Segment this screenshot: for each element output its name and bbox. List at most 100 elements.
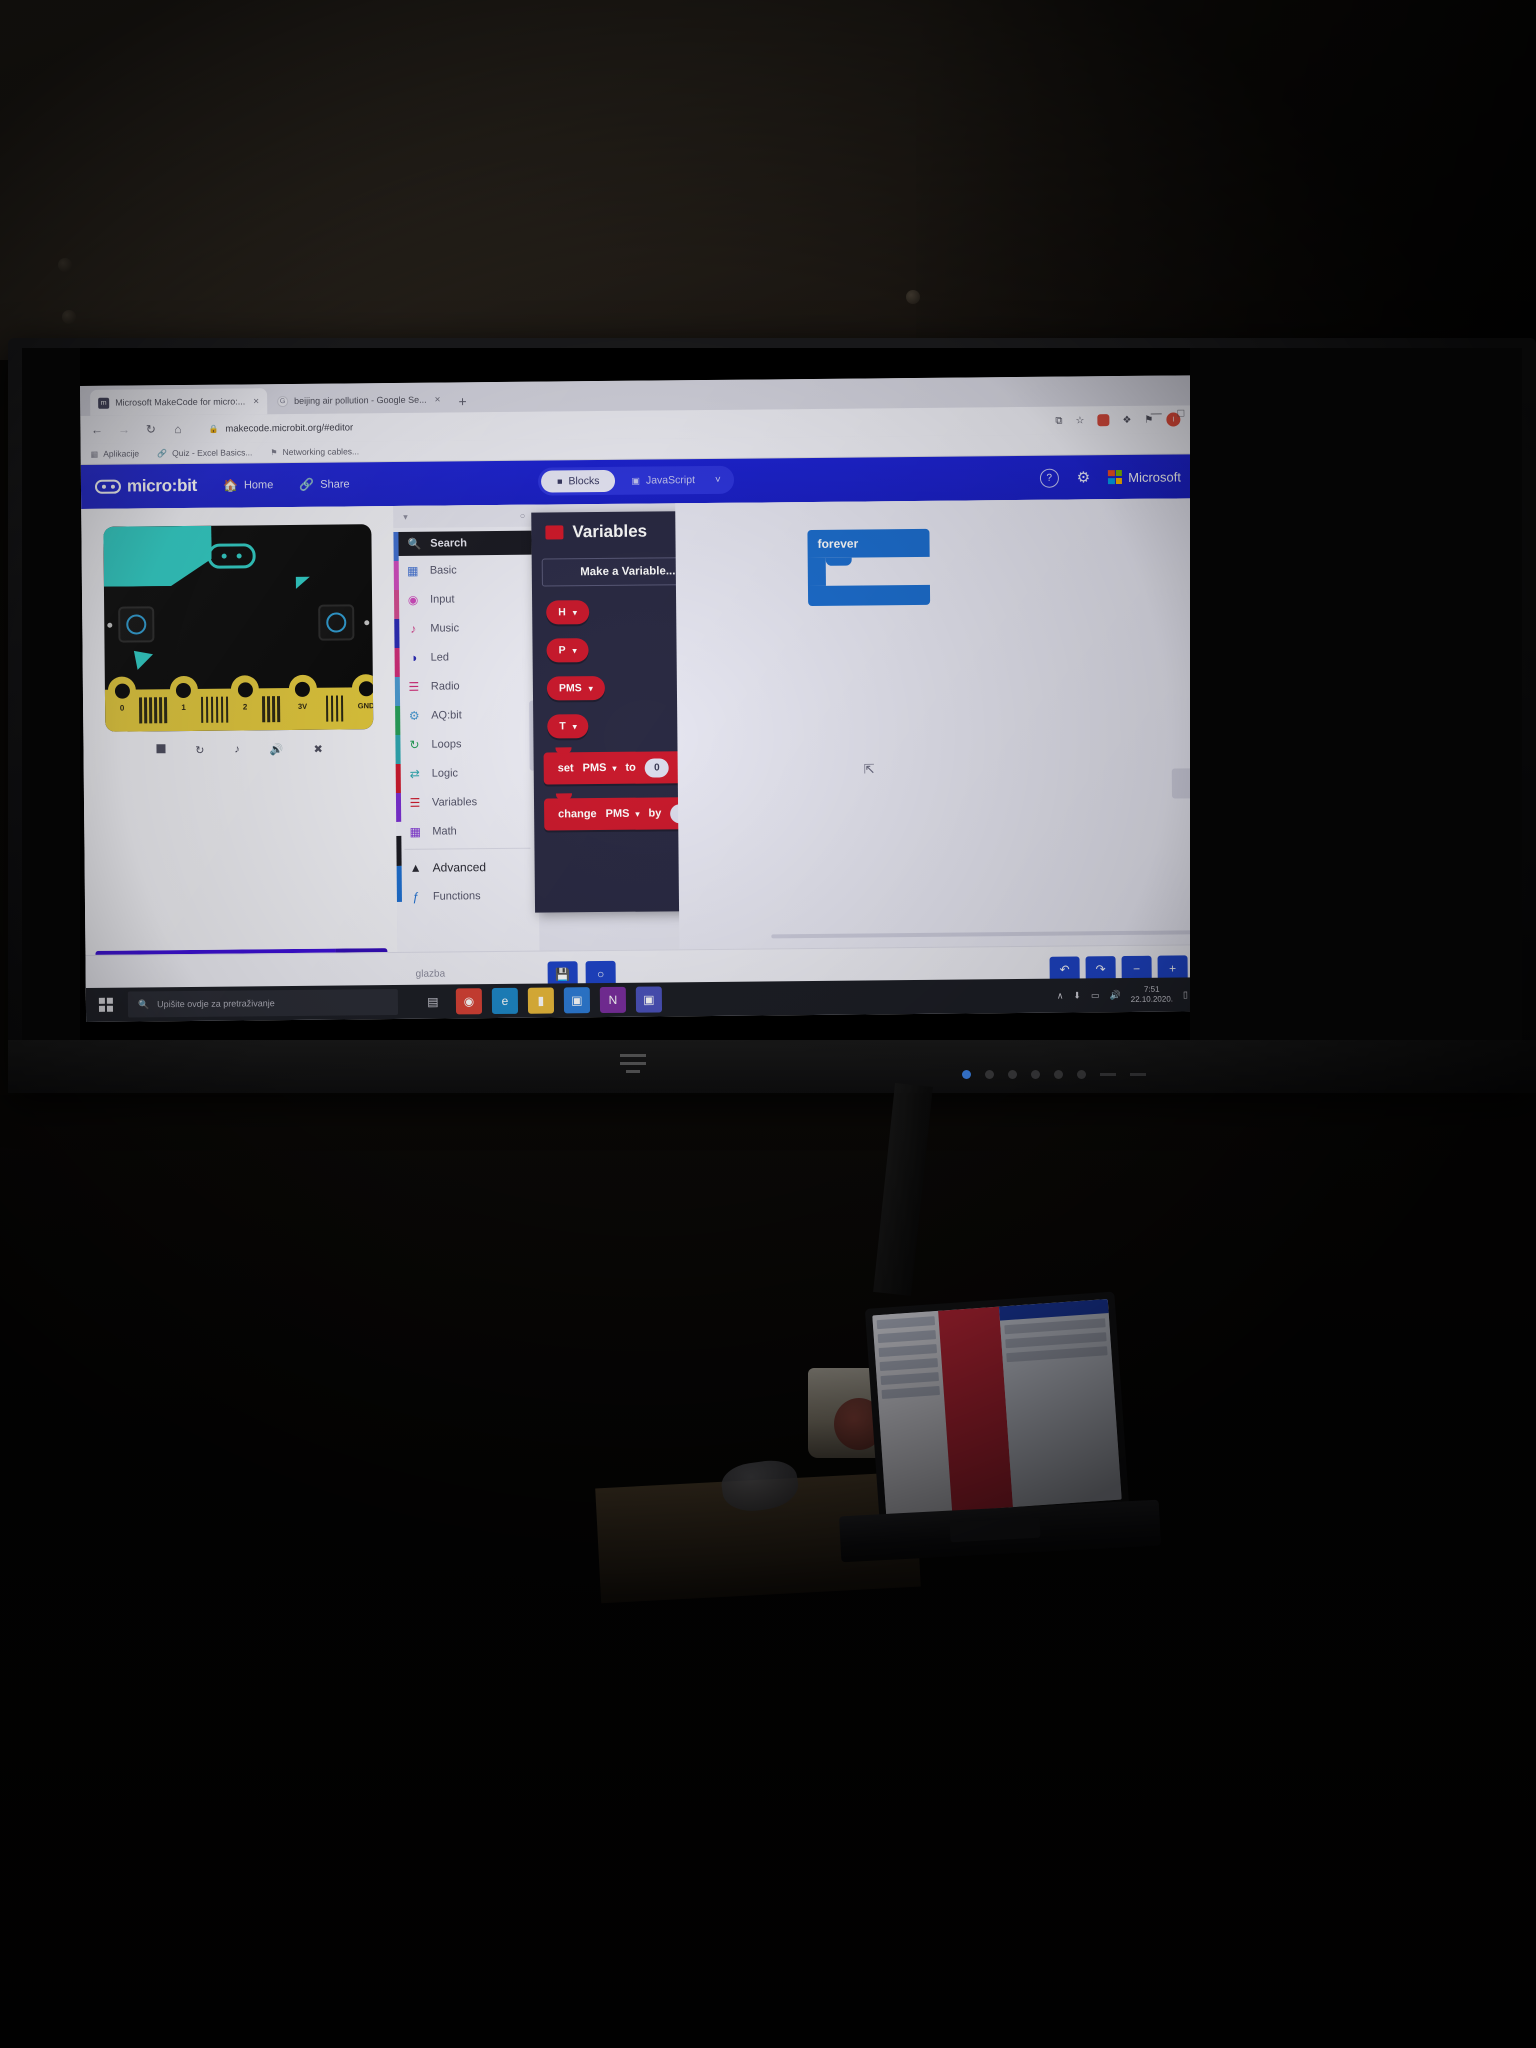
- target-icon: ◉: [407, 592, 419, 607]
- workspace-scrollbar[interactable]: [771, 929, 1197, 939]
- nav-home[interactable]: 🏠 Home: [223, 478, 273, 492]
- microbit-simulator[interactable]: 0 1 2 3V GND: [103, 524, 374, 732]
- maximize-icon[interactable]: □: [1178, 407, 1185, 419]
- bookmark-networking[interactable]: ⚑ Networking cables...: [270, 446, 359, 457]
- shuffle-icon: ⇄: [409, 766, 420, 781]
- toolbox-category-functions[interactable]: ƒ Functions: [397, 881, 539, 911]
- lock-icon: 🔒: [208, 424, 219, 434]
- nav-label: Home: [243, 479, 274, 492]
- category-label: AQ:bit: [431, 708, 462, 722]
- teams-icon[interactable]: ▣: [635, 986, 663, 1013]
- toolbox-category-aqbit[interactable]: ⚙ AQ:bit: [395, 700, 537, 730]
- toolbox-category-input[interactable]: ◉ Input: [394, 584, 536, 614]
- network-icon[interactable]: ▭: [1091, 990, 1100, 1001]
- wall-display: m Microsoft MakeCode for micro:... × G b…: [8, 338, 1536, 1093]
- windows-icon: [98, 997, 114, 1012]
- restart-icon[interactable]: ↻: [195, 744, 204, 757]
- store-icon[interactable]: ▣: [563, 987, 591, 1014]
- address-bar[interactable]: 🔒 makecode.microbit.org/#editor: [198, 411, 1041, 438]
- wall-screw-left-2: [62, 310, 76, 324]
- toolbox-search[interactable]: 🔍 Search: [397, 530, 532, 556]
- category-label: Radio: [430, 679, 460, 693]
- set-value-input[interactable]: 0: [644, 757, 669, 778]
- chrome-icon[interactable]: ◉: [455, 988, 483, 1015]
- toolbox-category-music[interactable]: ♪ Music: [394, 613, 536, 643]
- gear-icon[interactable]: ⚙: [1077, 468, 1091, 486]
- help-icon[interactable]: ?: [1039, 468, 1059, 488]
- bookmark-aplikacije[interactable]: ▦ Aplikacije: [91, 448, 140, 458]
- chevron-up-icon[interactable]: ∧: [1057, 990, 1064, 1001]
- pin-pad-0[interactable]: 0: [105, 676, 139, 731]
- start-button[interactable]: [86, 988, 126, 1022]
- bookmark-star-icon[interactable]: ☆: [1075, 415, 1084, 426]
- clock-date: 22.10.2020.: [1130, 994, 1174, 1004]
- pin-label: 3V: [297, 701, 308, 711]
- pin-pad-1[interactable]: 1: [166, 675, 200, 731]
- fullscreen-icon[interactable]: ✖: [314, 743, 323, 756]
- nav-share[interactable]: 🔗 Share: [299, 477, 349, 492]
- extension-icon[interactable]: [1097, 414, 1110, 427]
- toolbox-category-led[interactable]: ◑ Led: [394, 642, 536, 672]
- taskbar-search-input[interactable]: 🔍 Upišite ovdje za pretraživanje: [127, 988, 399, 1018]
- link-icon: 🔗: [157, 448, 168, 458]
- home-icon[interactable]: ⌂: [171, 422, 184, 436]
- blocks-workspace[interactable]: forever ⇱: [675, 498, 1197, 996]
- usb-connector-icon: [207, 543, 256, 569]
- cast-icon[interactable]: ⧉: [1055, 415, 1062, 426]
- variables-swatch-icon: [545, 525, 564, 540]
- stop-icon[interactable]: [156, 744, 166, 754]
- chevron-up-icon: ▲: [409, 860, 422, 875]
- browser-tab-makecode[interactable]: m Microsoft MakeCode for micro:... ×: [90, 388, 268, 416]
- toolbox-category-loops[interactable]: ↻ Loops: [395, 729, 537, 759]
- variable-name: P: [558, 644, 566, 657]
- project-name[interactable]: glazba: [416, 969, 446, 980]
- pin-pad-2[interactable]: 2: [228, 675, 262, 730]
- tab-javascript[interactable]: ▣ JavaScript: [615, 469, 711, 492]
- toolbox-handle-right: ○: [519, 510, 526, 521]
- pin-pad-gnd[interactable]: GND: [343, 674, 374, 729]
- toolbox-category-variables[interactable]: ☰ Variables: [396, 787, 538, 817]
- toolbox-advanced-toggle[interactable]: ▲ Advanced: [396, 852, 538, 882]
- close-icon[interactable]: ×: [253, 396, 259, 407]
- task-view-icon[interactable]: ▤: [420, 989, 446, 1015]
- back-icon[interactable]: ←: [90, 423, 103, 437]
- search-icon: 🔍: [407, 538, 422, 551]
- set-variable-dropdown[interactable]: PMS ▾: [583, 762, 617, 774]
- taskbar-clock[interactable]: 7:51 22.10.2020.: [1131, 985, 1173, 1005]
- button-a[interactable]: [118, 606, 155, 643]
- display-led: [1054, 1070, 1063, 1079]
- usb-icon[interactable]: ⬇: [1073, 990, 1081, 1001]
- bookmark-quiz[interactable]: 🔗 Quiz - Excel Basics...: [157, 447, 252, 458]
- button-b[interactable]: [318, 604, 355, 641]
- toolbox-category-logic[interactable]: ⇄ Logic: [396, 758, 538, 788]
- toolbox-handle-left: ▾: [403, 511, 408, 522]
- browser-tab-google-search[interactable]: G beijing air pollution - Google Se... ×: [269, 386, 449, 414]
- signal-icon: ☰: [408, 679, 420, 694]
- onenote-icon[interactable]: N: [599, 986, 627, 1014]
- connector-teeth: [138, 689, 167, 724]
- minimize-icon[interactable]: —: [1151, 408, 1162, 420]
- edge-icon[interactable]: e: [491, 987, 519, 1015]
- set-variable-block[interactable]: set PMS ▾ to 0: [543, 751, 683, 785]
- toolbox-category-math[interactable]: ▦ Math: [396, 816, 538, 846]
- simulator-controls: ↻ ♪ 🔊 ✖: [83, 742, 395, 758]
- microbit-logo[interactable]: micro:bit: [94, 476, 197, 497]
- notifications-icon[interactable]: ▯: [1183, 989, 1188, 1000]
- forever-block[interactable]: forever: [807, 528, 931, 607]
- chevron-down-icon[interactable]: ˅: [711, 474, 731, 485]
- pin-pad-3v[interactable]: 3V: [279, 674, 325, 730]
- close-icon[interactable]: ×: [435, 394, 441, 405]
- set-variable-name: PMS: [582, 761, 607, 775]
- new-tab-button[interactable]: +: [450, 393, 474, 412]
- toolbox-category-radio[interactable]: ☰ Radio: [395, 671, 537, 701]
- toolbox-category-basic[interactable]: ▦ Basic: [394, 555, 536, 585]
- volume-icon[interactable]: 🔊: [270, 743, 284, 756]
- puzzle-icon[interactable]: ❖: [1122, 414, 1131, 425]
- mute-icon[interactable]: ♪: [234, 743, 240, 756]
- reload-icon[interactable]: ↻: [144, 422, 157, 436]
- change-variable-dropdown[interactable]: PMS ▾: [606, 808, 640, 820]
- volume-icon[interactable]: 🔊: [1109, 990, 1120, 1001]
- explorer-icon[interactable]: ▮: [527, 987, 555, 1014]
- tab-blocks[interactable]: ■ Blocks: [540, 469, 616, 493]
- forward-icon[interactable]: →: [117, 423, 130, 437]
